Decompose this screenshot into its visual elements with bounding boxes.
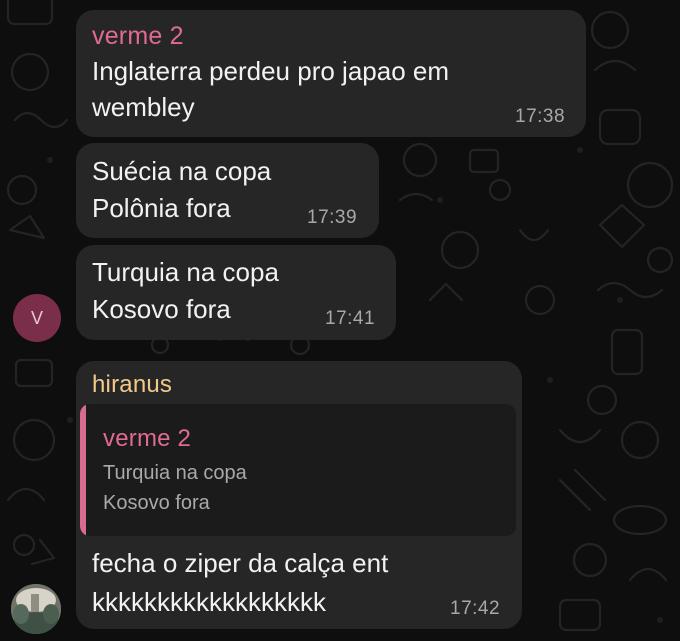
- sender-name[interactable]: verme 2: [92, 22, 184, 51]
- message-timestamp: 17:38: [515, 106, 566, 127]
- message-text-line: kkkkkkkkkkkkkkkkkk: [92, 587, 326, 617]
- message-text-line: Polônia fora: [92, 193, 231, 223]
- sender-name[interactable]: hiranus: [92, 371, 172, 399]
- reply-text-line: Kosovo fora: [103, 492, 210, 514]
- message-text-line: Kosovo fora: [92, 294, 231, 324]
- reply-quote-bar: [80, 404, 86, 536]
- message-text-line: Turquia na copa: [92, 257, 279, 287]
- avatar[interactable]: V: [13, 294, 61, 342]
- reply-text-line: Turquia na copa: [103, 462, 247, 484]
- avatar[interactable]: [11, 584, 61, 634]
- message-bubble[interactable]: verme 2 Inglaterra perdeu pro japao em w…: [76, 10, 586, 137]
- message-text-line: fecha o ziper da calça ent: [92, 548, 389, 578]
- reply-quote[interactable]: verme 2 Turquia na copa Kosovo fora: [80, 404, 516, 536]
- avatar-initial: V: [30, 308, 43, 328]
- avatar-photo-image: [11, 584, 61, 634]
- message-timestamp: 17:41: [325, 308, 376, 329]
- message-text-line: wembley: [92, 92, 195, 122]
- message-bubble[interactable]: Suécia na copa Polônia fora 17:39: [76, 143, 379, 238]
- message-timestamp: 17:39: [307, 207, 358, 228]
- message-text-line: Suécia na copa: [92, 156, 272, 186]
- reply-sender-name: verme 2: [103, 425, 192, 452]
- message-text-line: Inglaterra perdeu pro japao em: [92, 56, 450, 86]
- message-timestamp: 17:42: [450, 598, 501, 619]
- message-bubble[interactable]: Turquia na copa Kosovo fora 17:41: [76, 245, 396, 340]
